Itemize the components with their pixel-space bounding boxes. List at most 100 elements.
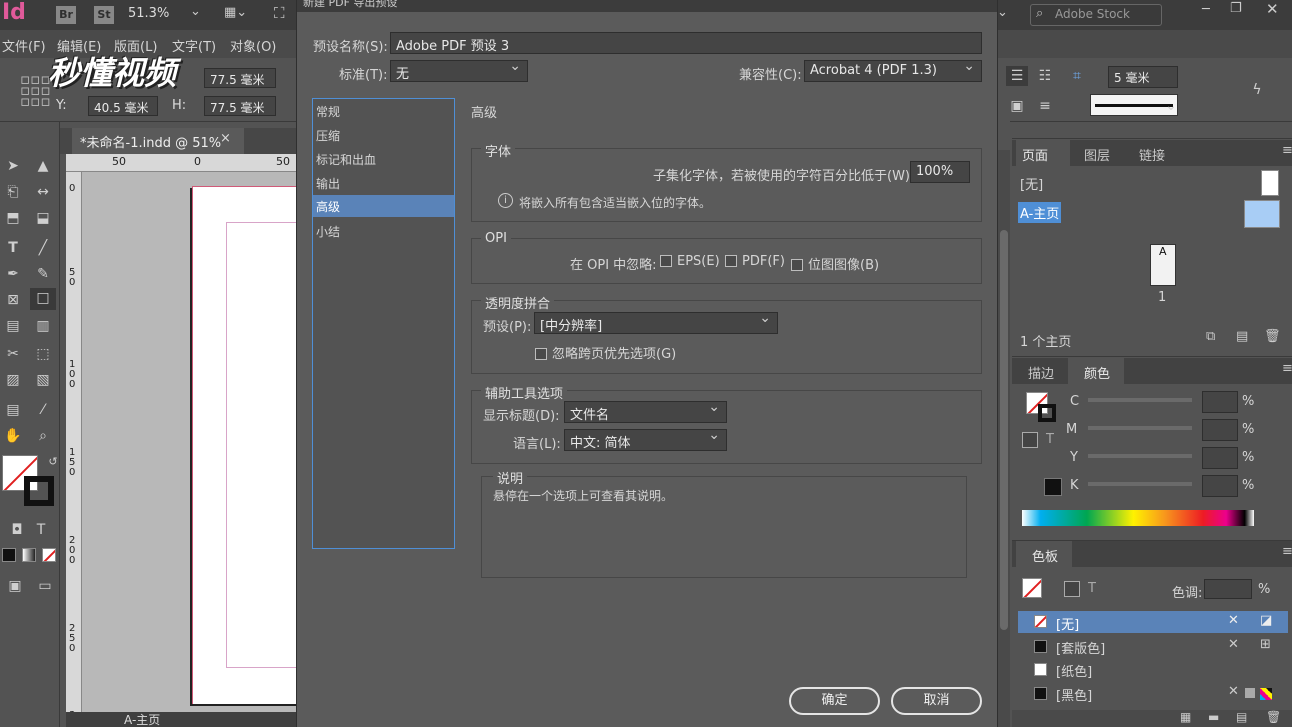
k-field[interactable] (1202, 475, 1238, 497)
type-tool-icon[interactable]: T (2, 238, 24, 258)
menu-type[interactable]: 文字(T) (172, 36, 216, 55)
a-master-label[interactable]: A-主页 (1018, 202, 1062, 223)
eyedropper-tool-icon[interactable]: ⁄ (32, 400, 54, 420)
ignore-spread-overrides-checkbox[interactable]: 忽略跨页优先选项(G) (535, 343, 676, 362)
panel-menu-icon[interactable]: ≡ (1282, 143, 1292, 158)
tab-stroke[interactable]: 描边 (1028, 363, 1054, 382)
category-marks-bleeds[interactable]: 标记和出血 (316, 151, 452, 173)
apply-color-icon[interactable] (2, 548, 16, 562)
y-field-color[interactable] (1202, 447, 1238, 469)
zoom-level[interactable]: 51.3% (128, 6, 169, 21)
zoom-dropdown-icon[interactable]: ⌄ (190, 4, 201, 19)
swatch-fill-icon[interactable] (1022, 578, 1042, 598)
color-panel-menu-icon[interactable]: ≡ (1282, 361, 1292, 376)
language-select[interactable]: 中文: 简体 (564, 429, 727, 451)
none-master-label[interactable]: [无] (1020, 174, 1043, 193)
view-mode-icon[interactable]: ▣ (4, 576, 26, 596)
color-container-icon[interactable] (1022, 432, 1038, 448)
new-swatch-icon[interactable]: ▤ (1236, 710, 1247, 724)
compatibility-select[interactable]: Acrobat 4 (PDF 1.3) (804, 60, 982, 82)
scrollbar-thumb[interactable] (1000, 230, 1008, 630)
a-master-thumb[interactable] (1244, 200, 1280, 228)
color-text-icon[interactable]: T (1046, 432, 1054, 447)
rectangle-tool-icon[interactable]: □ (30, 288, 56, 310)
note-tool-icon[interactable]: ▤ (2, 400, 24, 420)
zoom-tool-icon[interactable]: ⌕ (32, 426, 54, 446)
minimize-icon[interactable]: ─ (1202, 2, 1210, 17)
frame-fitting-icon[interactable]: ⌗ (1066, 66, 1088, 86)
stock-button[interactable]: St (94, 6, 114, 24)
opi-pdf-checkbox[interactable]: PDF(F) (725, 254, 785, 269)
none-master-thumb[interactable] (1261, 170, 1279, 196)
formatting-container-icon[interactable]: ◘ (6, 520, 28, 540)
tab-swatches[interactable]: 色板 (1016, 541, 1072, 567)
page-1-thumb[interactable]: A (1150, 244, 1176, 286)
edit-page-size-icon[interactable]: ⧉ (1206, 329, 1215, 344)
menu-file[interactable]: 文件(F) (2, 36, 46, 55)
delete-swatch-icon[interactable]: 🗑 (1266, 710, 1281, 724)
reference-point-icon[interactable]: ▫▫▫ ▫▫▫ ▫▫▫ (20, 72, 51, 109)
rectangle-frame-tool-icon[interactable]: ⊠ (2, 290, 24, 310)
category-advanced[interactable]: 高级 (313, 195, 454, 217)
scissors-tool-icon[interactable]: ✂ (2, 344, 24, 364)
swatch-text-icon[interactable]: T (1088, 581, 1096, 596)
tab-color[interactable]: 颜色 (1068, 358, 1124, 384)
gap-tool-icon[interactable]: ↔ (32, 182, 54, 202)
color-spectrum[interactable] (1022, 510, 1254, 526)
hand-tool-icon[interactable]: ✋ (2, 426, 24, 446)
category-compression[interactable]: 压缩 (316, 127, 452, 149)
h-field[interactable]: 77.5 毫米 (204, 96, 276, 116)
c-field[interactable] (1202, 391, 1238, 413)
bridge-button[interactable]: Br (56, 6, 76, 24)
color-black-swatch[interactable] (1044, 478, 1062, 496)
ok-button[interactable]: 确定 (789, 687, 880, 715)
close-window-icon[interactable]: ✕ (1266, 0, 1279, 18)
swatch-container-icon[interactable] (1064, 581, 1080, 597)
page-select[interactable]: A-主页 (124, 711, 160, 727)
menu-object[interactable]: 对象(O) (230, 36, 276, 55)
stroke-swatch[interactable] (24, 476, 54, 506)
vertical-scrollbar[interactable] (998, 150, 1010, 727)
swatches-menu-icon[interactable]: ≡ (1282, 544, 1292, 559)
distribute-icon[interactable]: ≡ (1034, 96, 1056, 116)
k-slider[interactable] (1088, 482, 1192, 486)
restore-icon[interactable]: ❐ (1230, 1, 1242, 16)
tab-pages[interactable]: 页面 (1016, 140, 1070, 166)
cancel-button[interactable]: 取消 (891, 687, 982, 715)
subset-fonts-field[interactable]: 100% (910, 161, 970, 183)
document-tab[interactable]: *未命名-1.indd @ 51% × (72, 128, 244, 154)
quick-apply-icon[interactable]: ϟ (1246, 80, 1268, 100)
view-options-icon[interactable]: ▦⌄ (224, 5, 247, 20)
selection-tool-icon[interactable]: ➤ (2, 156, 24, 176)
category-summary[interactable]: 小结 (316, 223, 452, 245)
pencil-tool-icon[interactable]: ✎ (32, 264, 54, 284)
stock-search[interactable]: ⌕ Adobe Stock (1030, 4, 1162, 26)
category-output[interactable]: 输出 (316, 175, 452, 197)
c-slider[interactable] (1088, 398, 1192, 402)
tint-field[interactable] (1204, 579, 1252, 599)
content-placer-icon[interactable]: ⬓ (32, 208, 54, 228)
swatch-black-label[interactable]: [黑色] (1056, 685, 1092, 704)
new-page-icon[interactable]: ▤ (1236, 329, 1248, 344)
screen-mode-icon[interactable]: ⛶ (274, 4, 285, 22)
y-field[interactable]: 40.5 毫米 (88, 96, 158, 116)
workspace-dropdown-icon[interactable]: ⌄ (997, 5, 1008, 20)
table-tool-icon[interactable]: ▤ (2, 316, 24, 336)
new-color-group-icon[interactable]: ▦ (1180, 710, 1191, 724)
w-field[interactable]: 77.5 毫米 (204, 68, 276, 88)
tab-layers[interactable]: 图层 (1084, 145, 1110, 164)
apply-none-icon[interactable] (42, 548, 56, 562)
standard-select[interactable]: 无 (390, 60, 528, 82)
opi-eps-checkbox[interactable]: EPS(E) (660, 254, 720, 269)
display-title-select[interactable]: 文件名 (564, 401, 727, 423)
align-center-icon[interactable]: ☷ (1034, 66, 1056, 86)
screen-mode-tool-icon[interactable]: ▭ (34, 576, 56, 596)
color-stroke-swatch[interactable] (1038, 404, 1056, 422)
free-transform-tool-icon[interactable]: ⬚ (32, 344, 54, 364)
gradient-swatch-tool-icon[interactable]: ▨ (2, 370, 24, 390)
gradient-feather-tool-icon[interactable]: ▧ (32, 370, 54, 390)
preset-name-field[interactable]: Adobe PDF 预设 3 (390, 32, 982, 54)
opi-bitmap-checkbox[interactable]: 位图图像(B) (791, 254, 879, 273)
stroke-style-dropdown-icon[interactable]: ⌄ (1160, 96, 1182, 116)
new-folder-icon[interactable]: ▬ (1208, 710, 1219, 724)
